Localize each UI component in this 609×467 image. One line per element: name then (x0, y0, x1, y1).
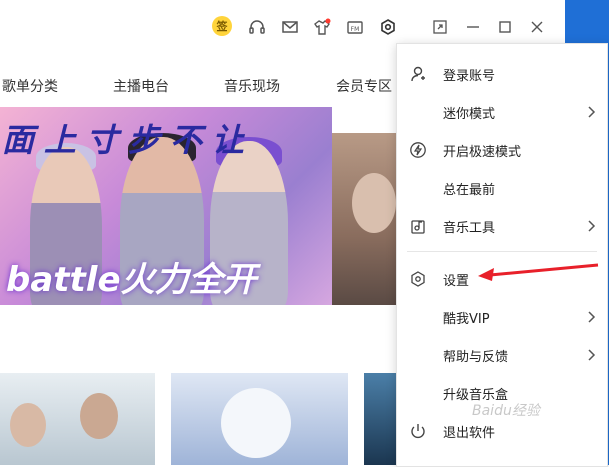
close-icon[interactable] (526, 16, 548, 38)
settings-hex-icon (411, 271, 425, 287)
tab-anchor-radio[interactable]: 主播电台 (113, 76, 169, 96)
banner-face (352, 173, 396, 233)
annotation-arrow (478, 263, 599, 281)
banner-headline: 面上寸步不让 (2, 121, 255, 159)
chevron-right-icon (588, 220, 596, 232)
menu-item-label: 帮助与反馈 (443, 350, 509, 365)
tab-playlist-categories[interactable]: 歌单分类 (2, 76, 58, 96)
mail-icon[interactable] (279, 16, 301, 38)
banner-tagline: battle火力全开 (6, 260, 257, 300)
menu-item-label: 酷我VIP (443, 312, 490, 327)
promo-banner[interactable]: 面上寸步不让 battle火力全开 (0, 107, 332, 305)
menu-item-login[interactable]: 登录账号 (397, 55, 607, 93)
headphones-icon[interactable] (246, 16, 268, 38)
menu-item-help-feedback[interactable]: 帮助与反馈 (397, 336, 607, 374)
chevron-right-icon (588, 311, 596, 323)
tab-vip-zone[interactable]: 会员专区 (336, 76, 392, 96)
menu-item-speed-mode[interactable]: 开启极速模式 (397, 131, 607, 169)
tab-live-music[interactable]: 音乐现场 (224, 76, 280, 96)
power-icon (411, 424, 425, 439)
lightning-icon (410, 142, 426, 158)
card-face (10, 403, 46, 447)
menu-item-label: 登录账号 (443, 69, 496, 84)
settings-hex-icon[interactable] (377, 16, 399, 38)
fm-icon[interactable]: FM (344, 16, 366, 38)
card-face (221, 388, 291, 458)
skin-icon[interactable] (311, 16, 333, 38)
menu-item-label: 开启极速模式 (443, 145, 522, 160)
menu-item-mini-mode[interactable]: 迷你模式 (397, 93, 607, 131)
menu-item-music-tools[interactable]: 音乐工具 (397, 207, 607, 245)
promo-banner-next[interactable] (332, 133, 402, 305)
music-tool-icon (411, 220, 425, 234)
card-face (80, 393, 118, 439)
menu-item-label: 设置 (443, 274, 470, 289)
menu-separator (407, 251, 597, 252)
user-login-icon (411, 66, 425, 82)
minimize-icon[interactable] (462, 16, 484, 38)
chevron-right-icon (588, 106, 596, 118)
menu-item-label: 总在最前 (443, 183, 496, 198)
menu-item-always-on-top[interactable]: 总在最前 (397, 169, 607, 207)
chevron-right-icon (588, 349, 596, 361)
watermark: Baidu经验 (472, 403, 540, 419)
menu-item-label: 退出软件 (443, 426, 496, 441)
menu-item-kuwo-vip[interactable]: 酷我VIP (397, 298, 607, 336)
playlist-card[interactable] (171, 373, 348, 465)
svg-text:FM: FM (351, 26, 360, 33)
maximize-icon[interactable] (494, 16, 516, 38)
menu-item-label: 迷你模式 (443, 107, 496, 122)
playlist-card[interactable] (0, 373, 155, 465)
mini-window-icon[interactable] (429, 16, 451, 38)
menu-item-label: 音乐工具 (443, 221, 496, 236)
sign-in-badge[interactable]: 签 (212, 16, 232, 36)
category-nav: 歌单分类 主播电台 音乐现场 会员专区 (0, 72, 400, 100)
